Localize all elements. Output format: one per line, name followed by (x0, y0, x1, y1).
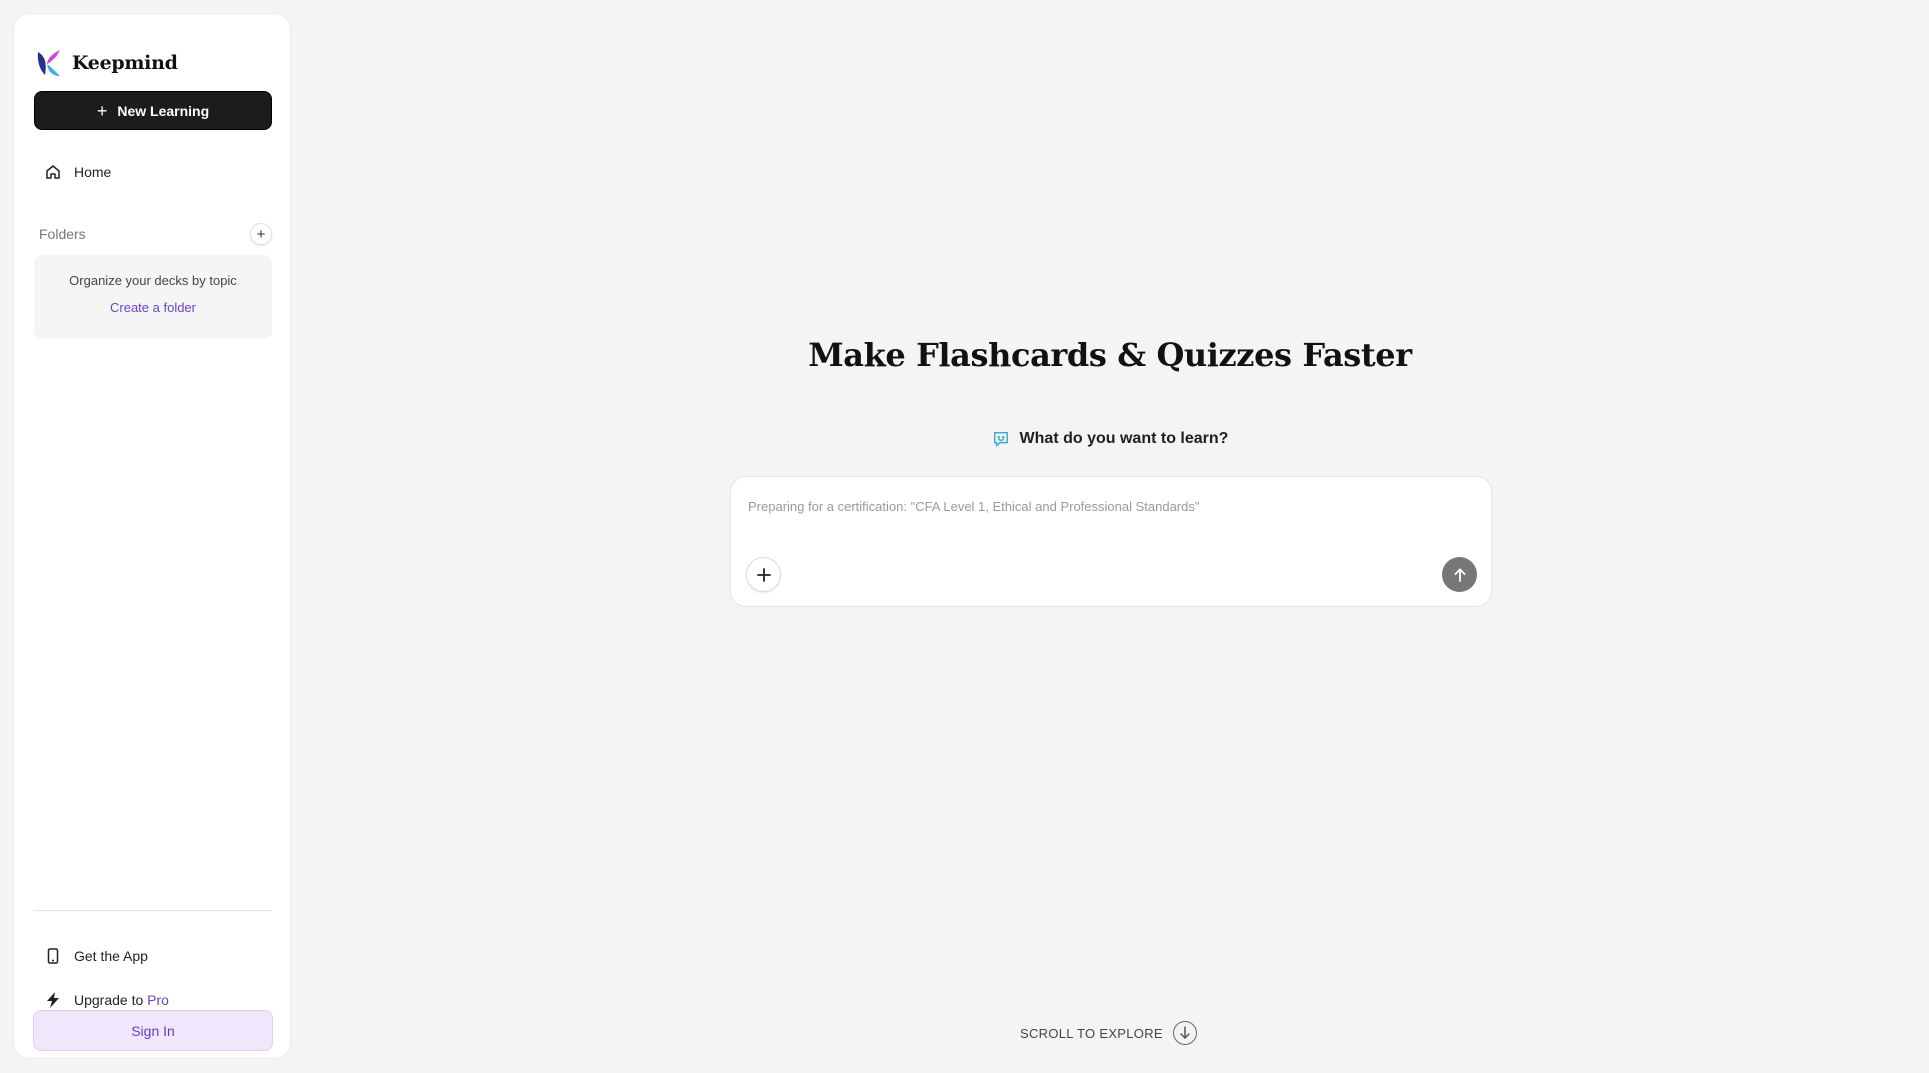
sidebar-item-home-label: Home (74, 164, 112, 180)
app-root: Keepmind + New Learning Home Folders + O… (0, 0, 1929, 1073)
attach-button[interactable] (746, 557, 781, 592)
plus-icon: + (256, 225, 266, 243)
upgrade-text: Upgrade to (74, 992, 144, 1008)
lightning-icon (44, 991, 62, 1009)
scroll-to-explore[interactable]: SCROLL TO EXPLORE (1020, 1021, 1197, 1045)
prompt-label: What do you want to learn? (780, 430, 1440, 448)
upgrade-label: Upgrade to Pro (74, 992, 169, 1008)
plus-icon: + (96, 100, 108, 121)
home-icon (44, 163, 62, 181)
sidebar-item-get-app[interactable]: Get the App (34, 938, 272, 974)
add-folder-button[interactable]: + (250, 223, 272, 245)
prompt-label-text: What do you want to learn? (1019, 430, 1229, 447)
arrow-down-circle-icon (1172, 1021, 1197, 1045)
prompt-input[interactable] (748, 491, 1468, 521)
create-folder-link[interactable]: Create a folder (110, 300, 196, 315)
sign-in-button[interactable]: Sign In (33, 1010, 273, 1051)
keepmind-logo-icon (37, 50, 60, 76)
arrow-up-icon (1454, 568, 1465, 582)
sidebar-item-home[interactable]: Home (34, 154, 272, 190)
prompt-box (730, 476, 1492, 607)
upgrade-pro-text: Pro (147, 992, 169, 1008)
page-title: Make Flashcards & Quizzes Faster (808, 336, 1412, 374)
sidebar-divider (34, 910, 272, 911)
scroll-hint-text: SCROLL TO EXPLORE (1020, 1025, 1163, 1041)
sidebar: Keepmind + New Learning Home Folders + O… (13, 13, 291, 1059)
folders-empty-hint: Organize your decks by topic (69, 273, 237, 288)
send-button[interactable] (1442, 557, 1477, 592)
folders-empty-state: Organize your decks by topic Create a fo… (34, 255, 272, 339)
phone-icon (44, 947, 62, 965)
brand-name: Keepmind (72, 52, 178, 74)
folders-header: Folders + (34, 220, 272, 248)
new-learning-label: New Learning (117, 102, 210, 119)
plus-icon (756, 567, 771, 582)
new-learning-button[interactable]: + New Learning (34, 91, 272, 130)
chat-bubble-icon (992, 430, 1010, 448)
folders-label: Folders (39, 226, 86, 242)
brand[interactable]: Keepmind (36, 48, 178, 78)
get-app-label: Get the App (74, 948, 148, 964)
